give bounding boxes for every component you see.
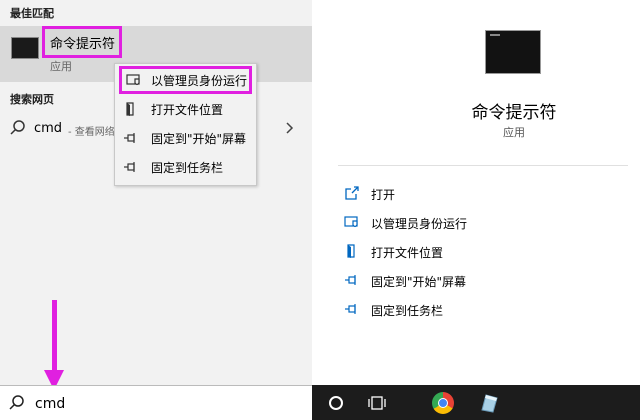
pin-icon <box>124 162 135 172</box>
pin-icon <box>345 304 356 314</box>
context-menu-label: 打开文件位置 <box>151 103 224 117</box>
best-match-header: 最佳匹配 <box>10 7 54 20</box>
pin-icon <box>345 275 356 285</box>
web-search-header: 搜索网页 <box>10 93 54 106</box>
best-match-subtitle: 应用 <box>50 60 72 73</box>
app-title: 命令提示符 <box>471 103 557 123</box>
action-label: 固定到任务栏 <box>371 304 444 318</box>
app-subtitle: 应用 <box>503 126 525 139</box>
search-input[interactable]: cmd <box>35 396 65 412</box>
shield-run-icon <box>344 216 358 228</box>
app-icon[interactable] <box>478 392 500 414</box>
chevron-right-icon[interactable] <box>283 118 297 138</box>
action-label: 打开 <box>371 188 396 202</box>
context-menu-label: 固定到"开始"屏幕 <box>151 132 247 146</box>
action-label: 打开文件位置 <box>371 246 444 260</box>
file-location-icon <box>126 102 134 116</box>
divider <box>338 165 628 166</box>
context-menu-item-pin-to-taskbar[interactable]: 固定到任务栏 <box>115 153 258 182</box>
action-label: 以管理员身份运行 <box>371 217 468 231</box>
search-icon <box>10 120 25 135</box>
open-icon <box>345 186 359 200</box>
cortana-icon[interactable] <box>329 396 343 410</box>
action-pin-to-start[interactable]: 固定到"开始"屏幕 <box>340 270 620 294</box>
search-icon <box>9 395 24 410</box>
context-menu-item-run-as-admin[interactable]: 以管理员身份运行 <box>119 66 252 94</box>
best-match-title: 命令提示符 <box>50 36 116 52</box>
file-location-icon <box>347 244 355 258</box>
command-prompt-icon <box>11 37 39 59</box>
context-menu-label: 以管理员身份运行 <box>151 74 248 88</box>
pin-icon <box>124 133 135 143</box>
command-prompt-icon <box>485 30 541 74</box>
web-search-query: cmd <box>34 121 63 136</box>
action-open[interactable]: 打开 <box>340 183 620 207</box>
action-run-as-admin[interactable]: 以管理员身份运行 <box>340 212 620 236</box>
action-label: 固定到"开始"屏幕 <box>371 275 467 289</box>
shield-run-icon <box>126 74 140 86</box>
annotation-arrow <box>52 300 57 375</box>
context-menu: 以管理员身份运行 打开文件位置 固定到"开始"屏幕 固定到任务栏 <box>114 63 257 186</box>
context-menu-label: 固定到任务栏 <box>151 161 224 175</box>
web-search-suffix: - 查看网络 <box>68 127 114 138</box>
context-menu-item-open-file-location[interactable]: 打开文件位置 <box>115 95 258 124</box>
best-match-title-highlight[interactable]: 命令提示符 <box>42 26 122 58</box>
chrome-icon[interactable] <box>432 392 454 414</box>
action-open-file-location[interactable]: 打开文件位置 <box>340 241 620 265</box>
action-pin-to-taskbar[interactable]: 固定到任务栏 <box>340 299 620 323</box>
taskbar <box>312 385 640 420</box>
task-view-icon[interactable] <box>368 394 386 412</box>
context-menu-item-pin-to-start[interactable]: 固定到"开始"屏幕 <box>115 124 258 153</box>
